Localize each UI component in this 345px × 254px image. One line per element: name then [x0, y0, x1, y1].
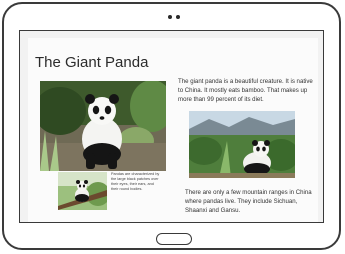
panda-photo-main	[40, 81, 166, 171]
article-paragraph-1: The giant panda is a beautiful creature.…	[178, 78, 313, 103]
article-title: The Giant Panda	[35, 54, 149, 71]
article-page: The Giant Panda Pandas are characterized…	[28, 38, 318, 222]
home-button[interactable]	[156, 233, 192, 245]
panda-photo-bamboo	[189, 111, 295, 178]
article-paragraph-2: There are only a few mountain ranges in …	[185, 189, 312, 214]
camera-dot	[168, 15, 172, 19]
photo-caption: Pandas are characterized by the large bl…	[111, 172, 160, 191]
sensor-dot	[176, 15, 180, 19]
panda-photo-tree	[58, 172, 107, 210]
tablet-frame: The Giant Panda Pandas are characterized…	[2, 2, 341, 250]
tablet-screen: The Giant Panda Pandas are characterized…	[19, 30, 324, 223]
